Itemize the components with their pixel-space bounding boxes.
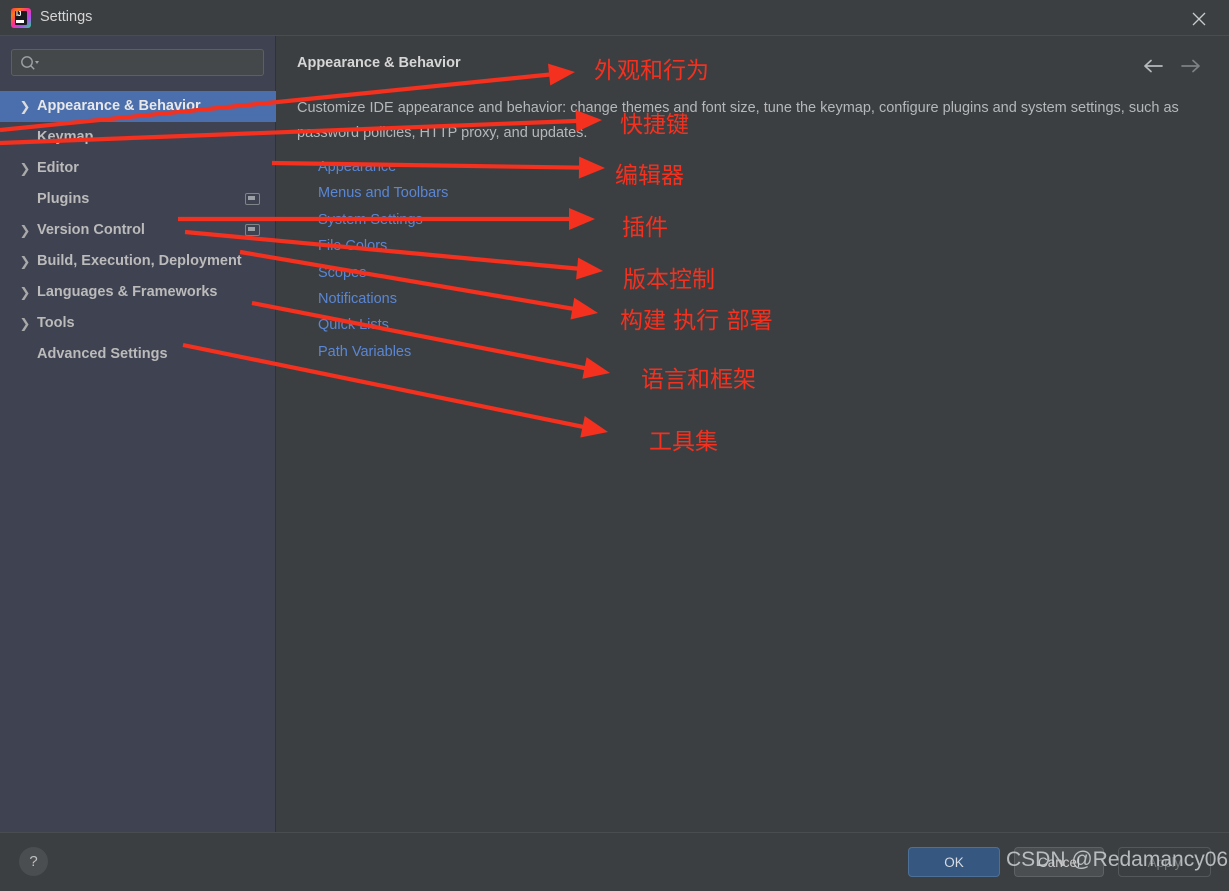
plugin-badge-icon	[245, 224, 260, 236]
settings-sidebar: ❯ Appearance & Behavior Keymap ❯ Editor Plugi…	[0, 36, 276, 832]
intellij-idea-logo-icon: IJ	[11, 8, 31, 28]
chevron-right-icon[interactable]: ❯	[19, 308, 31, 339]
sidebar-item-label: Languages & Frameworks	[37, 284, 218, 300]
close-icon[interactable]	[1179, 4, 1219, 32]
settings-link[interactable]: Quick Lists	[318, 312, 448, 338]
settings-main-panel: Appearance & Behavior Customize IDE appe…	[277, 36, 1229, 832]
chevron-right-icon[interactable]: ❯	[19, 246, 31, 277]
arrow-left-icon[interactable]	[1141, 54, 1167, 78]
title-bar: IJ Settings	[0, 0, 1229, 36]
settings-link[interactable]: Appearance	[318, 154, 448, 180]
chevron-right-icon[interactable]: ❯	[19, 153, 31, 184]
sidebar-item-editor[interactable]: ❯ Editor	[0, 153, 276, 184]
sidebar-item-plugins[interactable]: Plugins	[0, 184, 276, 215]
ok-button[interactable]: OK	[908, 847, 1000, 877]
settings-link-list: Appearance Menus and Toolbars System Setti…	[318, 154, 448, 365]
arrow-right-icon[interactable]	[1177, 54, 1203, 78]
chevron-right-icon[interactable]: ❯	[19, 91, 31, 122]
sidebar-item-label: Advanced Settings	[37, 346, 168, 362]
sidebar-item-label: Plugins	[37, 191, 90, 207]
settings-link[interactable]: Menus and Toolbars	[318, 180, 448, 206]
sidebar-item-label: Version Control	[37, 222, 145, 238]
settings-tree: ❯ Appearance & Behavior Keymap ❯ Editor Plugi…	[0, 91, 276, 370]
sidebar-item-label: Tools	[37, 315, 75, 331]
chevron-right-icon[interactable]: ❯	[19, 215, 31, 246]
sidebar-item-label: Keymap	[37, 129, 94, 145]
page-title: Appearance & Behavior	[297, 55, 461, 71]
watermark: CSDN @Redamancy06	[1006, 848, 1229, 871]
settings-link[interactable]: Notifications	[318, 286, 448, 312]
search-icon	[20, 55, 40, 71]
settings-link[interactable]: File Colors	[318, 233, 448, 259]
chevron-right-icon[interactable]: ❯	[19, 277, 31, 308]
sidebar-item-tools[interactable]: ❯ Tools	[0, 308, 276, 339]
sidebar-item-keymap[interactable]: Keymap	[0, 122, 276, 153]
search-input[interactable]	[44, 50, 262, 77]
search-box[interactable]	[11, 49, 264, 77]
page-description: Customize IDE appearance and behavior: c…	[297, 100, 1179, 141]
settings-dialog: IJ Settings ❯ Appearance & Behavior Keymap…	[0, 0, 1229, 891]
sidebar-item-appearance-behavior[interactable]: ❯ Appearance & Behavior	[0, 91, 276, 122]
sidebar-item-label: Appearance & Behavior	[37, 98, 201, 114]
plugin-badge-icon	[245, 193, 260, 205]
navigation-arrows	[1141, 54, 1211, 78]
window-title: Settings	[40, 9, 93, 25]
sidebar-item-label: Build, Execution, Deployment	[37, 253, 242, 269]
sidebar-item-advanced-settings[interactable]: Advanced Settings	[0, 339, 276, 370]
help-button[interactable]: ?	[19, 847, 48, 876]
sidebar-item-build-execution-deployment[interactable]: ❯ Build, Execution, Deployment	[0, 246, 276, 277]
settings-link[interactable]: Scopes	[318, 260, 448, 286]
sidebar-item-languages-frameworks[interactable]: ❯ Languages & Frameworks	[0, 277, 276, 308]
sidebar-item-label: Editor	[37, 160, 79, 176]
sidebar-item-version-control[interactable]: ❯ Version Control	[0, 215, 276, 246]
settings-link[interactable]: Path Variables	[318, 339, 448, 365]
settings-link[interactable]: System Settings	[318, 207, 448, 233]
